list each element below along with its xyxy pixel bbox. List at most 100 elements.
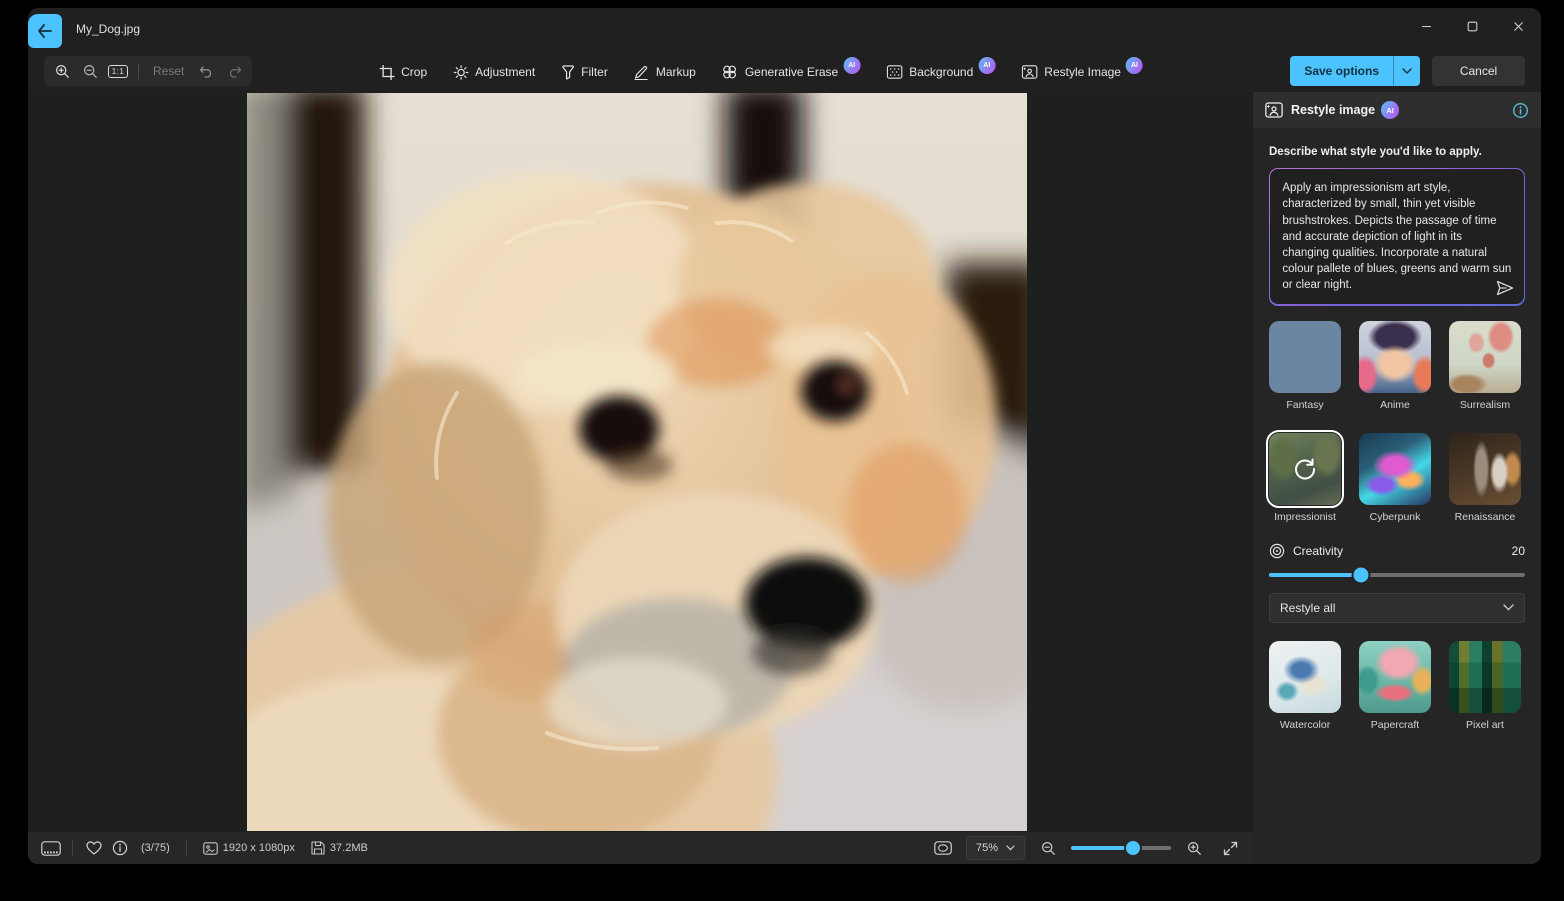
edit-tools: Crop Adjustment Filter Markup Generative… xyxy=(370,52,1152,95)
tab-background[interactable]: Background AI xyxy=(877,56,1004,87)
filmstrip-button[interactable] xyxy=(38,836,64,860)
file-size-value: 37.2MB xyxy=(329,842,368,854)
minimize-button[interactable] xyxy=(1403,8,1449,44)
crop-icon xyxy=(379,64,395,80)
zoom-out-button[interactable] xyxy=(76,58,104,84)
tab-markup[interactable]: Markup xyxy=(625,57,705,87)
chevron-down-icon xyxy=(1402,68,1412,74)
creativity-slider-thumb[interactable] xyxy=(1353,567,1369,583)
refresh-icon[interactable] xyxy=(1292,456,1318,482)
style-cyberpunk-thumbnail[interactable] xyxy=(1359,432,1431,505)
close-button[interactable] xyxy=(1495,8,1541,44)
tab-restyle-image[interactable]: Restyle Image AI xyxy=(1012,56,1152,95)
maximize-button[interactable] xyxy=(1449,8,1495,44)
creativity-row: Creativity 20 xyxy=(1269,543,1525,559)
back-button[interactable] xyxy=(28,14,62,48)
zoom-slider-thumb[interactable] xyxy=(1126,841,1140,855)
tab-filter[interactable]: Filter xyxy=(552,57,617,87)
style-prompt-input[interactable]: Apply an impressionism art style, charac… xyxy=(1270,169,1524,300)
send-icon xyxy=(1496,281,1513,296)
action-buttons: Save options Cancel xyxy=(1290,56,1525,86)
style-papercraft-thumbnail[interactable] xyxy=(1359,640,1431,713)
photo-canvas: (3/75) 1920 x 1080px 37.2MB 75% xyxy=(28,92,1253,864)
save-split-button: Save options xyxy=(1290,56,1420,86)
fullscreen-button[interactable] xyxy=(1217,836,1243,860)
undo-icon xyxy=(199,65,211,78)
style-surrealism-thumbnail[interactable] xyxy=(1449,320,1521,393)
actual-size-label: 1:1 xyxy=(107,64,129,78)
zoom-out-button-statusbar[interactable] xyxy=(1035,836,1061,860)
style-label: Renaissance xyxy=(1454,510,1516,523)
style-anime[interactable]: Anime xyxy=(1359,320,1431,411)
style-renaissance-thumbnail[interactable] xyxy=(1449,432,1521,505)
zoom-slider[interactable] xyxy=(1071,841,1171,855)
zoom-in-button[interactable] xyxy=(48,58,76,84)
style-surrealism[interactable]: Surrealism xyxy=(1449,320,1521,411)
fit-to-window-button[interactable] xyxy=(930,836,956,860)
style-watercolor-thumbnail[interactable] xyxy=(1269,640,1341,713)
tab-background-label: Background xyxy=(909,65,974,79)
toolbar-divider xyxy=(138,63,139,79)
tab-crop[interactable]: Crop xyxy=(370,57,436,87)
tab-adjustment-label: Adjustment xyxy=(475,65,536,79)
save-options-dropdown[interactable] xyxy=(1393,56,1420,86)
style-impressionist-thumbnail[interactable] xyxy=(1265,429,1345,509)
main-area: (3/75) 1920 x 1080px 37.2MB 75% Restyle … xyxy=(28,92,1541,864)
info-button[interactable] xyxy=(107,836,133,860)
chevron-down-icon xyxy=(1503,604,1514,611)
save-options-button[interactable]: Save options xyxy=(1290,56,1393,86)
style-cyberpunk[interactable]: Cyberpunk xyxy=(1359,432,1431,523)
restyle-panel-body: Describe what style you'd like to apply.… xyxy=(1253,128,1541,864)
redo-button[interactable] xyxy=(220,58,248,84)
creativity-slider[interactable] xyxy=(1269,567,1525,583)
style-label: Impressionist xyxy=(1274,510,1336,523)
view-tools-group: 1:1 Reset xyxy=(44,56,253,86)
tab-generative-erase[interactable]: Generative Erase AI xyxy=(713,56,869,87)
style-fantasy[interactable]: Fantasy xyxy=(1269,320,1341,411)
restyle-image-icon xyxy=(1021,65,1038,79)
style-pixel-art[interactable]: Pixel art xyxy=(1449,640,1521,731)
maximize-icon xyxy=(1467,21,1477,31)
send-prompt-button[interactable] xyxy=(1496,280,1514,296)
favorite-button[interactable] xyxy=(81,836,107,860)
restyle-image-icon xyxy=(1265,102,1283,118)
zoom-level-dropdown[interactable]: 75% xyxy=(965,836,1025,860)
info-icon xyxy=(1513,102,1528,118)
zoom-slider-fill xyxy=(1071,846,1133,850)
style-renaissance[interactable]: Renaissance xyxy=(1449,432,1521,523)
panel-info-button[interactable] xyxy=(1512,102,1529,119)
style-papercraft[interactable]: Papercraft xyxy=(1359,640,1431,731)
statusbar-divider xyxy=(72,840,73,856)
style-label: Anime xyxy=(1380,398,1410,411)
minimize-icon xyxy=(1421,25,1431,27)
style-row-3: Watercolor Papercraft Pixel art xyxy=(1269,640,1525,731)
zoom-in-button-statusbar[interactable] xyxy=(1181,836,1207,860)
storage-icon xyxy=(311,841,325,855)
style-impressionist[interactable]: Impressionist xyxy=(1265,429,1345,523)
adjustment-icon xyxy=(453,64,468,80)
back-arrow-icon xyxy=(38,24,52,38)
heart-icon xyxy=(86,841,102,855)
creativity-label: Creativity xyxy=(1293,543,1344,558)
reset-button[interactable]: Reset xyxy=(145,64,192,78)
generative-erase-icon xyxy=(723,65,737,79)
zoom-out-icon xyxy=(1041,841,1055,855)
style-fantasy-thumbnail[interactable] xyxy=(1269,320,1341,393)
style-watercolor[interactable]: Watercolor xyxy=(1269,640,1341,731)
regenerate-overlay xyxy=(1269,432,1341,505)
tab-adjustment[interactable]: Adjustment xyxy=(444,57,544,87)
style-anime-thumbnail[interactable] xyxy=(1359,320,1431,393)
window-controls xyxy=(1403,8,1541,44)
style-pixel-art-thumbnail[interactable] xyxy=(1449,640,1521,713)
statusbar-divider xyxy=(185,840,187,856)
chevron-down-icon xyxy=(1006,845,1015,851)
undo-button[interactable] xyxy=(192,58,220,84)
actual-size-button[interactable]: 1:1 xyxy=(104,58,132,84)
cancel-button[interactable]: Cancel xyxy=(1432,56,1525,86)
style-label: Surrealism xyxy=(1459,398,1511,411)
restyle-scope-dropdown[interactable]: Restyle all xyxy=(1269,592,1525,623)
tab-markup-label: Markup xyxy=(655,65,696,79)
file-size: 37.2MB xyxy=(311,841,368,855)
tab-crop-label: Crop xyxy=(401,65,428,79)
background-icon xyxy=(886,65,902,79)
